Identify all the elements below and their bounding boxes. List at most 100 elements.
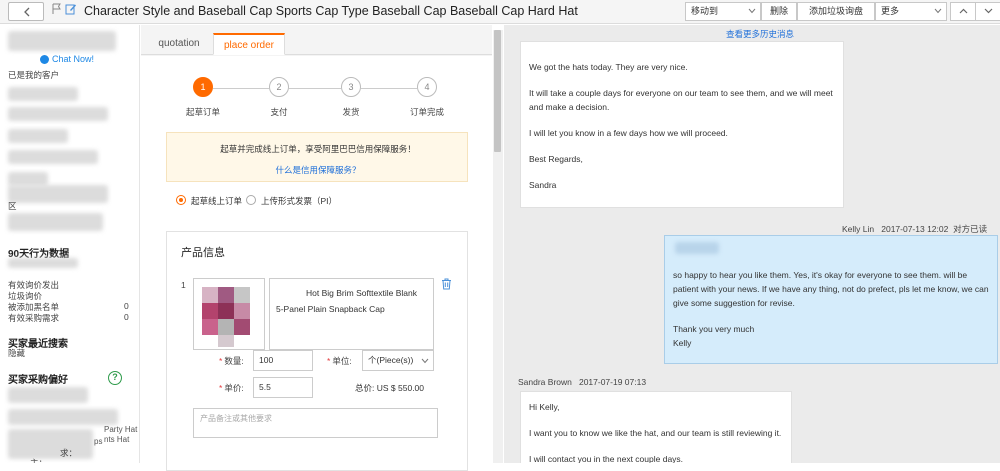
radio-upload-pi[interactable] [246,195,256,205]
help-icon[interactable]: ? [108,371,122,385]
chat-panel: 查看更多历史消息 We got the hats today. They are… [504,25,1000,463]
product-name-field[interactable]: Hot Big Brim Softtextile Blank 5-Panel P… [269,278,434,350]
image-pixel [218,287,234,303]
image-pixel [234,303,250,319]
chevron-down-icon [934,8,942,14]
trade-type: 主： [30,458,48,463]
redacted-greeting [675,242,719,254]
notice-text: 起草并完成线上订单，享受阿里巴巴信用保障服务！ [220,144,416,154]
message-line: Hi Kelly, [529,402,560,412]
message-meta: Kelly Lin 2017-07-13 12:02 对方已读 [842,223,987,235]
image-pixel [218,303,234,319]
redacted-info [8,150,98,164]
message-line: Best Regards, [529,154,583,164]
buyer-info-sidebar: Chat Now! 已是我的客户 区 90天行为数据 有效询价发出 垃圾询价 被… [0,25,140,463]
redacted-info [8,129,68,143]
message-line: I want you to know we like the hat, and … [529,428,782,438]
unit-select[interactable]: 个(Piece(s)) [362,350,434,371]
stat-value: 0 [124,301,129,311]
unit-value: 个(Piece(s)) [368,355,414,365]
preference-item: ps [94,437,103,446]
chevron-left-icon [24,7,30,17]
read-status: 对方已读 [953,224,988,234]
sender-name: Kelly Lin [842,224,875,234]
unit-price-input[interactable]: 5.5 [253,377,313,398]
add-spam-button[interactable]: 添加垃圾询盘 [797,2,875,21]
remark-textarea[interactable]: 产品备注或其他要求 [193,408,438,438]
step-1-circle: 1 [193,77,213,97]
step-3-circle: 3 [341,77,361,97]
product-info-title: 产品信息 [181,247,225,259]
place-order-form: 1 2 3 4 起草订单 支付 发货 订单完成 起草并完成线上订单，享受阿里巴巴… [141,56,492,471]
message-bubble: Hi Kelly, I want you to know we like the… [520,391,792,463]
redacted-info [8,213,103,231]
delete-button[interactable]: 删除 [761,2,797,21]
edit-icon[interactable] [65,3,77,15]
move-to-select[interactable]: 移动到 [685,2,761,21]
message-time: 2017-07-13 12:02 [881,224,949,234]
order-tabs: quotation place order [141,29,492,55]
product-name-line2: 5-Panel Plain Snapback Cap [276,304,385,314]
radio-online-order-label: 起草线上订单 [191,196,243,206]
step-2-label: 支付 [270,107,288,117]
quantity-input[interactable]: 100 [253,350,313,371]
redacted-info [8,409,118,425]
chevron-down-icon [421,358,429,364]
chevron-down-icon [984,8,993,14]
redacted-info [8,185,108,203]
step-connector [289,88,341,89]
total-price-value: US $ 550.00 [376,383,425,393]
section-label: 区 [8,201,17,211]
scrollbar-thumb[interactable] [494,30,501,152]
redacted-info [8,107,108,121]
product-image[interactable] [193,278,265,350]
customer-status: 已是我的客户 [8,70,60,80]
more-select[interactable]: 更多 [875,2,947,21]
radio-upload-pi-label: 上传形式发票（PI） [261,196,338,206]
flag-icon[interactable] [52,3,62,15]
radio-online-order[interactable] [176,195,186,205]
message-line: Thank you very much [673,324,755,334]
trash-icon[interactable] [441,278,452,290]
step-4-circle: 4 [417,77,437,97]
image-pixel [218,319,234,335]
next-conversation-button[interactable] [975,2,1000,21]
conversation-header: Character Style and Baseball Cap Sports … [0,0,1000,24]
sender-name: Sandra Brown [518,377,572,387]
message-line: We got the hats today. They are very nic… [529,62,688,72]
step-connector [361,88,417,89]
back-button[interactable] [8,2,44,21]
step-3-label: 发货 [342,107,360,117]
message-line: It will take a couple days for everyone … [529,88,833,112]
move-to-label: 移动到 [691,6,719,16]
message-meta: Sandra Brown 2017-07-19 07:13 [518,377,646,387]
order-panel: quotation place order 1 2 3 4 起草订单 支付 发货… [141,25,492,471]
message-bubble: We got the hats today. They are very nic… [520,41,844,208]
preference-item: Party Hat [104,425,138,434]
step-2-circle: 2 [269,77,289,97]
trade-assurance-link[interactable]: 什么是信用保障服务？ [167,164,469,176]
preference-item: nts Hat [104,435,130,444]
image-pixel [202,319,218,335]
chevron-up-icon [959,8,968,14]
redacted-buyer-name [8,31,116,51]
redacted-info [8,172,48,186]
chat-status-icon [40,55,49,64]
message-line: Kelly [673,338,692,348]
quantity-label: * 数量: [219,356,244,366]
tab-place-order[interactable]: place order [213,33,285,55]
total-price-label: 总价: [355,383,375,393]
tab-quotation[interactable]: quotation [147,33,211,55]
image-pixel [234,319,250,335]
chat-now-link[interactable]: Chat Now! [52,54,94,64]
image-pixel [202,303,218,319]
step-4-label: 订单完成 [409,107,444,117]
order-panel-scrollbar[interactable] [493,30,503,463]
view-more-history-link[interactable]: 查看更多历史消息 [726,28,794,40]
message-line: I will contact you in the next couple da… [529,454,684,463]
step-1-label: 起草订单 [185,107,220,117]
previous-conversation-button[interactable] [950,2,976,21]
total-price: 总价: US $ 550.00 [355,382,424,394]
message-line: Sandra [529,180,557,190]
message-line: so happy to hear you like them. Yes, it'… [673,270,989,308]
